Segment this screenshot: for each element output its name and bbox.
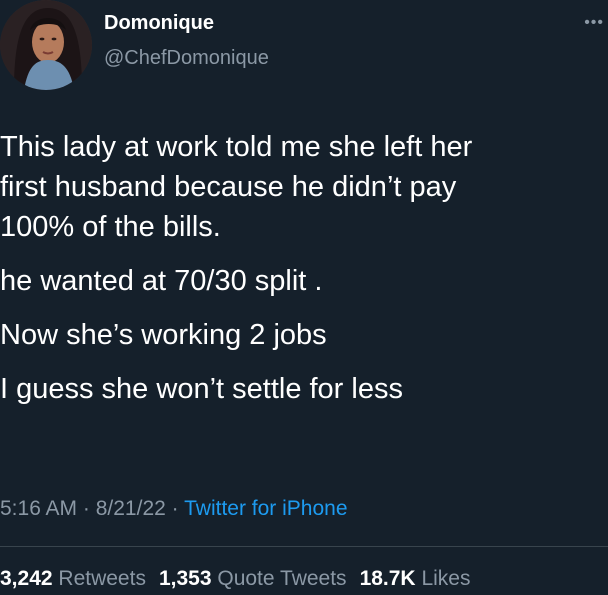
more-options-icon[interactable]: ••• xyxy=(584,15,604,31)
tweet-time[interactable]: 5:16 AM xyxy=(0,497,77,520)
tweet-paragraph-3: Now she’s working 2 jobs xyxy=(0,319,327,351)
retweets-label: Retweets xyxy=(58,567,146,590)
likes-label: Likes xyxy=(421,567,471,590)
tweet-stats: 3,242 Retweets 1,353 Quote Tweets 18.7K Li… xyxy=(0,567,470,591)
meta-separator: · xyxy=(165,497,185,520)
tweet-text-line: first husband because he didn’t pay xyxy=(0,171,457,203)
tweet-source-link[interactable]: Twitter for iPhone xyxy=(184,497,347,520)
tweet-paragraph-2: he wanted at 70/30 split . xyxy=(0,265,323,297)
retweets-stat[interactable]: 3,242 Retweets xyxy=(0,567,146,590)
retweets-count: 3,242 xyxy=(0,567,53,590)
tweet-text-line: 100% of the bills. xyxy=(0,211,221,243)
author-handle[interactable]: @ChefDomonique xyxy=(104,47,269,70)
likes-count: 18.7K xyxy=(359,567,416,590)
tweet-meta: 5:16 AM · 8/21/22 · Twitter for iPhone xyxy=(0,497,348,521)
tweet-paragraph-1: This lady at work told me she left her f… xyxy=(0,127,604,247)
author-display-name[interactable]: Domonique xyxy=(104,12,214,35)
tweet-text-line: This lady at work told me she left her xyxy=(0,131,473,163)
likes-stat[interactable]: 18.7K Likes xyxy=(360,567,471,590)
tweet-body: This lady at work told me she left her f… xyxy=(0,127,604,409)
divider xyxy=(0,546,608,547)
tweet-date[interactable]: 8/21/22 xyxy=(96,497,166,520)
avatar[interactable] xyxy=(0,0,92,90)
quote-tweets-stat[interactable]: 1,353 Quote Tweets xyxy=(159,567,347,590)
quote-tweets-count: 1,353 xyxy=(158,567,212,590)
meta-separator: · xyxy=(77,497,96,520)
user-avatar-photo-icon xyxy=(0,0,92,90)
tweet-paragraph-4: I guess she won’t settle for less xyxy=(0,373,403,405)
quote-tweets-label: Quote Tweets xyxy=(217,567,347,590)
